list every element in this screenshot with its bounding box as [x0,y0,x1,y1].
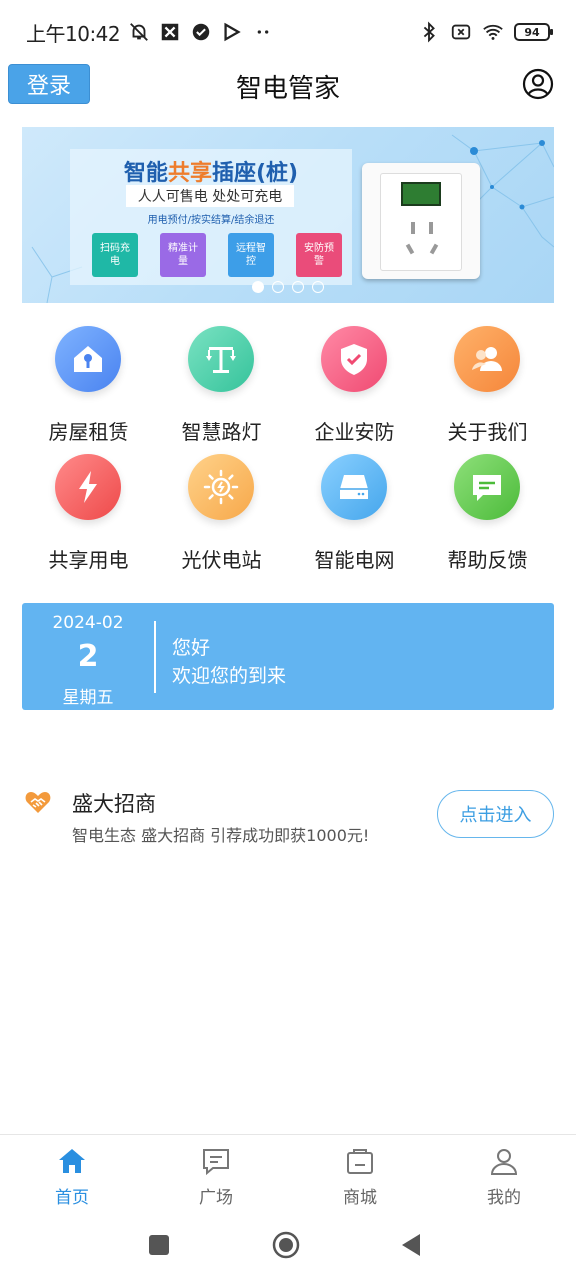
feature-enterprise-security[interactable]: 企业安防 [288,324,421,452]
welcome-text: 欢迎您的到来 [172,665,287,687]
bottom-tab-bar: 首页 广场 商城 我的 [0,1134,576,1214]
app-header: 登录 智电管家 [0,64,576,110]
feature-solar-station[interactable]: 光伏电站 [155,452,288,580]
feature-house-rental[interactable]: 房屋租赁 [22,324,155,452]
banner-tag: 远程智控 [228,233,274,277]
divider [154,621,156,693]
feature-label: 房屋租赁 [48,420,129,444]
promo-banner-carousel[interactable]: 智能共享插座(桩) 人人可售电 处处可充电 用电预付/按实结算/结余退还 扫码充… [22,127,554,303]
feature-label: 帮助反馈 [447,548,528,572]
date-greeting-card: 2024-02 2 星期五 您好 欢迎您的到来 [22,603,554,710]
server-drive-icon [340,475,368,499]
banner-subtitle-small: 用电预付/按实结算/结余退还 [147,215,275,226]
date-year-month: 2024-02 [52,613,124,633]
feature-shared-power[interactable]: 共享用电 [22,452,155,580]
status-bar: 上午10:42 94 [0,0,576,64]
more-dots-icon [257,30,269,34]
feature-label: 共享用电 [48,548,129,572]
promo-title: 盛大招商 [72,792,156,816]
feature-label: 智能电网 [314,548,395,572]
shield-check-icon [341,344,367,375]
sun-icon [203,469,239,505]
carousel-dot[interactable] [312,281,324,293]
enter-button[interactable]: 点击进入 [437,790,554,838]
lightning-icon [79,471,97,503]
tab-label: 首页 [55,1188,89,1208]
handshake-heart-icon [25,792,51,813]
chat-bubble-icon [473,475,501,501]
check-circle-icon [192,23,210,41]
banner-subtitle: 人人可售电 处处可充电 [126,185,294,207]
carousel-dot[interactable] [272,281,284,293]
status-time: 上午10:42 [26,21,121,46]
smart-socket-image [362,163,480,279]
play-store-icon [224,22,241,42]
status-icons-left [128,21,274,43]
system-navigation-bar [0,1214,576,1280]
feature-help-feedback[interactable]: 帮助反馈 [421,452,554,580]
tab-label: 我的 [487,1188,521,1208]
user-icon [490,1149,518,1175]
carousel-dot[interactable] [252,281,264,293]
bluetooth-icon [423,21,435,43]
app-notification-icon [161,23,179,41]
back-icon[interactable] [396,1230,426,1260]
tab-home[interactable]: 首页 [0,1135,144,1214]
feature-grid: 房屋租赁 智慧路灯 企业安防 关于我们 共享用电 光伏电站 智能电网 帮助反馈 [22,324,554,580]
tab-square[interactable]: 广场 [144,1135,288,1214]
message-square-icon [203,1149,229,1176]
feature-about-us[interactable]: 关于我们 [421,324,554,452]
house-key-icon [74,346,102,372]
battery-icon: 94 [514,23,553,41]
feature-label: 关于我们 [447,420,528,444]
tab-mall[interactable]: 商城 [288,1135,432,1214]
home-icon [59,1149,85,1173]
shopping-bag-icon [347,1149,373,1174]
feature-label: 企业安防 [314,420,395,444]
date-weekday: 星期五 [62,688,114,708]
tab-label: 商城 [343,1188,377,1208]
feature-smart-grid[interactable]: 智能电网 [288,452,421,580]
tab-mine[interactable]: 我的 [432,1135,576,1214]
tab-label: 广场 [199,1188,233,1208]
feature-label: 智慧路灯 [181,420,262,444]
date-block: 2024-02 2 星期五 [22,603,154,710]
sim-off-icon [451,24,471,40]
banner-tag: 安防预警 [296,233,342,277]
recent-apps-icon[interactable] [144,1230,174,1260]
people-icon [472,347,502,371]
status-icons-right: 94 [418,21,553,43]
banner-title: 智能共享插座(桩) [123,161,299,186]
banner-tag: 精准计量 [160,233,206,277]
feature-label: 光伏电站 [181,548,262,572]
home-button-icon[interactable] [271,1230,301,1260]
mute-bell-icon [130,23,149,41]
banner-tags: 扫码充电 精准计量 远程智控 安防预警 [92,233,342,277]
wifi-icon [483,24,503,40]
user-circle-icon[interactable] [522,68,554,100]
page-title: 智电管家 [235,74,340,104]
carousel-indicator [22,281,554,293]
banner-tag: 扫码充电 [92,233,138,277]
carousel-dot[interactable] [292,281,304,293]
date-day: 2 [77,639,99,674]
street-lamp-icon [206,347,236,373]
promo-description: 智电生态 盛大招商 引荐成功即获1000元! [72,826,370,845]
investment-promo: 盛大招商 智电生态 盛大招商 引荐成功即获1000元! 点击进入 [22,784,554,848]
feature-smart-streetlight[interactable]: 智慧路灯 [155,324,288,452]
greeting-text: 您好 [172,637,211,659]
